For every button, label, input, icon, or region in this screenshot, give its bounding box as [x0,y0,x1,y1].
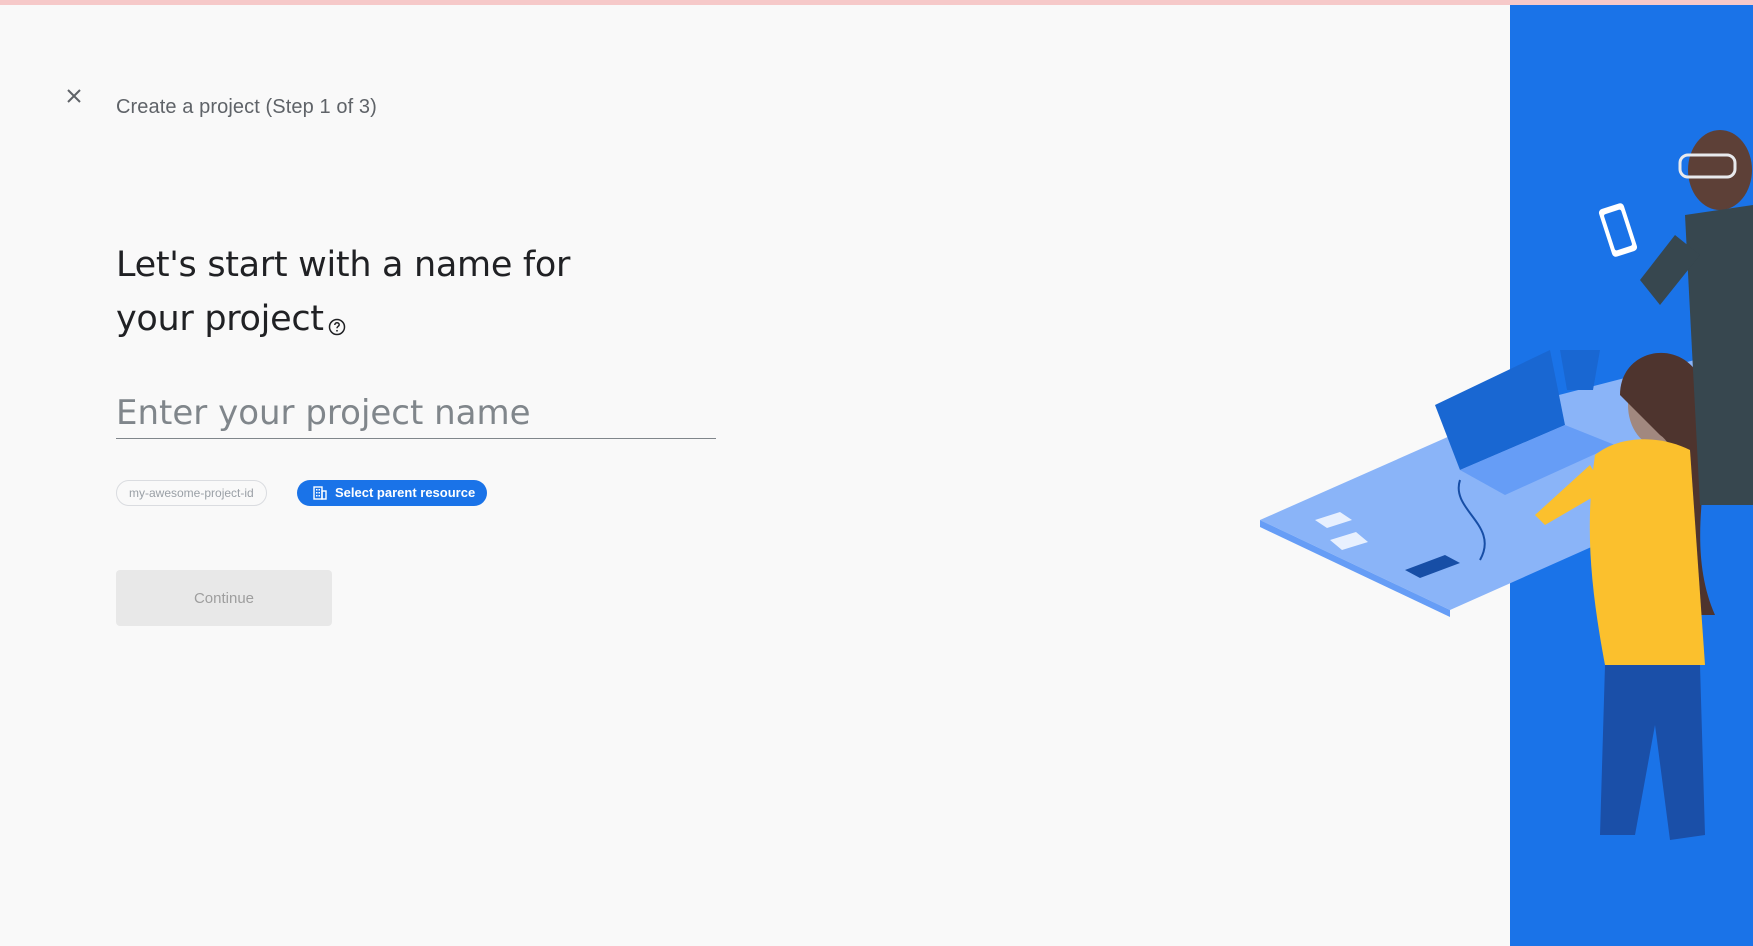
close-button[interactable] [62,86,86,110]
page-title: Create a project (Step 1 of 3) [116,96,377,118]
help-icon[interactable] [328,298,346,352]
continue-button[interactable]: Continue [116,570,332,626]
select-parent-resource-label: Select parent resource [335,485,476,500]
headline: Let's start with a name for your project [116,238,636,352]
building-icon [313,486,327,500]
hero-illustration [1260,5,1753,946]
project-id-chip[interactable]: my-awesome-project-id [116,480,267,506]
select-parent-resource-button[interactable]: Select parent resource [297,480,488,506]
close-icon [66,88,82,109]
create-project-page: Create a project (Step 1 of 3) Let's sta… [0,0,1753,946]
project-name-input[interactable] [116,388,716,439]
